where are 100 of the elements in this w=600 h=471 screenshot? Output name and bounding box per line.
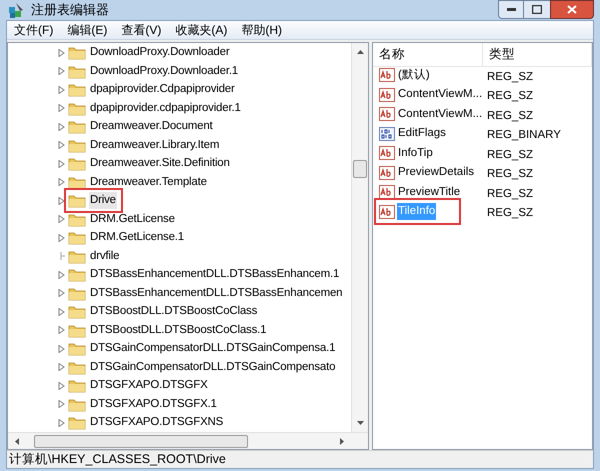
value-name[interactable]: ContentViewM... <box>397 106 484 123</box>
column-header[interactable]: 名称 <box>373 42 483 66</box>
tree-item[interactable]: DTSGFXAPO.DTSGFX.1 <box>89 396 218 413</box>
tree-item[interactable]: DTSGFXAPO.DTSGFX <box>89 377 209 394</box>
tree-item[interactable]: DTSGainCompensatorDLL.DTSGainCompensa.1 <box>89 340 336 358</box>
horizontal-scrollbar[interactable] <box>8 432 368 449</box>
value-type: REG_SZ <box>486 167 534 182</box>
expand-arrow-icon[interactable] <box>58 104 65 112</box>
tree-item[interactable]: Drive <box>89 192 117 210</box>
expand-arrow-icon[interactable] <box>58 215 65 224</box>
tree-item[interactable]: DTSBassEnhancementDLL.DTSBassEnhancemen <box>89 284 344 302</box>
expand-arrow-icon[interactable] <box>58 196 65 205</box>
value-type: REG_SZ <box>486 148 534 163</box>
maximize-button[interactable] <box>524 0 550 19</box>
minimize-icon <box>506 8 516 11</box>
value-name[interactable]: PreviewDetails <box>397 164 476 182</box>
expand-arrow-icon[interactable] <box>58 400 65 408</box>
menu-item[interactable]: 编辑(E) <box>60 20 114 38</box>
expand-arrow-icon[interactable] <box>58 270 65 279</box>
status-path: 计算机\HKEY_CLASSES_ROOT\Drive <box>9 451 226 468</box>
folder-icon <box>68 45 86 60</box>
value-type: REG_BINARY <box>486 128 561 144</box>
value-name[interactable]: ContentViewM... <box>397 86 484 104</box>
string-value-icon <box>379 185 395 200</box>
tree-item[interactable]: dpapiprovider.cdpapiprovider.1 <box>89 100 242 117</box>
folder-icon <box>68 64 86 79</box>
expand-arrow-icon[interactable] <box>58 178 65 186</box>
menu-item[interactable]: 帮助(H) <box>234 20 289 38</box>
folder-icon <box>68 193 86 208</box>
window-title: 注册表编辑器 <box>31 1 109 19</box>
value-type: REG_SZ <box>486 186 534 202</box>
tree-item[interactable]: DTSBassEnhancementDLL.DTSBassEnhancem.1 <box>89 266 340 284</box>
expand-arrow-icon[interactable] <box>58 48 65 57</box>
string-value-icon <box>379 204 395 219</box>
value-name[interactable]: EditFlags <box>397 125 447 142</box>
tree-item[interactable]: DRM.GetLicense.1 <box>89 229 185 246</box>
tree-item[interactable]: Dreamweaver.Document <box>89 118 214 136</box>
tree-item[interactable]: DownloadProxy.Downloader <box>89 44 230 62</box>
value-name[interactable]: (默认) <box>397 66 431 84</box>
folder-icon <box>68 322 86 338</box>
folder-icon <box>68 230 86 246</box>
folder-icon <box>68 156 86 172</box>
registry-app-icon <box>7 0 25 19</box>
binary-value-icon <box>379 126 395 141</box>
folder-icon <box>68 212 86 227</box>
column-header[interactable]: 类型 <box>483 42 592 66</box>
expand-arrow-icon[interactable] <box>58 67 65 76</box>
string-value-icon <box>379 107 395 122</box>
scroll-thumb[interactable] <box>353 160 367 178</box>
expand-arrow-icon[interactable] <box>58 141 65 150</box>
menu-item[interactable]: 查看(V) <box>114 20 168 38</box>
expand-arrow-icon[interactable] <box>58 234 65 242</box>
menu-item[interactable]: 收藏夹(A) <box>168 20 234 38</box>
folder-icon <box>68 82 86 98</box>
folder-icon <box>68 119 86 134</box>
folder-icon <box>68 304 86 320</box>
expand-arrow-icon[interactable] <box>58 382 65 390</box>
expand-arrow-icon[interactable] <box>58 326 65 334</box>
expand-arrow-icon[interactable] <box>58 363 65 372</box>
folder-icon <box>68 286 86 301</box>
expand-arrow-icon[interactable] <box>58 160 65 168</box>
tree-item[interactable]: DTSBoostDLL.DTSBoostCoClass.1 <box>89 322 268 339</box>
value-name[interactable]: PreviewTitle <box>397 184 462 201</box>
value-type: REG_SZ <box>486 206 534 222</box>
folder-icon <box>68 360 86 375</box>
close-icon <box>567 5 577 14</box>
folder-icon <box>68 138 86 153</box>
folder-icon <box>68 415 86 430</box>
tree-item[interactable]: DTSBoostDLL.DTSBoostCoClass <box>89 303 258 320</box>
tree-item[interactable]: DownloadProxy.Downloader.1 <box>89 62 240 80</box>
scroll-thumb[interactable] <box>34 434 248 448</box>
folder-icon <box>68 378 86 394</box>
close-button[interactable] <box>550 0 594 19</box>
folder-icon <box>68 341 86 356</box>
expand-arrow-icon[interactable] <box>58 86 65 94</box>
tree-item[interactable]: Dreamweaver.Site.Definition <box>89 155 231 172</box>
maximize-icon <box>532 5 542 14</box>
menu-item[interactable]: 文件(F) <box>7 20 60 38</box>
string-value-icon <box>379 68 395 82</box>
expand-arrow-icon[interactable] <box>58 289 65 298</box>
value-name[interactable]: InfoTip <box>397 144 434 162</box>
tree-item[interactable]: DTSGFXAPO.DTSGFXNS <box>89 414 224 432</box>
string-value-icon <box>379 88 395 102</box>
expand-arrow-icon[interactable] <box>58 418 65 427</box>
expand-arrow-icon[interactable] <box>58 344 65 353</box>
expand-arrow-icon[interactable] <box>58 122 65 131</box>
folder-icon <box>68 174 86 190</box>
vertical-scrollbar[interactable] <box>351 42 368 432</box>
string-value-icon <box>379 146 395 160</box>
expand-arrow-icon[interactable] <box>58 308 65 316</box>
tree-item[interactable]: dpapiprovider.Cdpapiprovider <box>89 81 236 98</box>
tree-item[interactable]: DTSGainCompensatorDLL.DTSGainCompensato <box>89 358 336 376</box>
folder-icon <box>68 396 86 412</box>
folder-icon <box>68 100 86 116</box>
tree-item[interactable]: Dreamweaver.Library.Item <box>89 136 220 154</box>
minimize-button[interactable] <box>498 0 524 19</box>
tree-item[interactable]: drvfile <box>89 248 120 265</box>
string-value-icon <box>379 166 395 180</box>
tree-item[interactable]: Dreamweaver.Template <box>89 174 208 191</box>
tree-item[interactable]: DRM.GetLicense <box>89 210 176 228</box>
